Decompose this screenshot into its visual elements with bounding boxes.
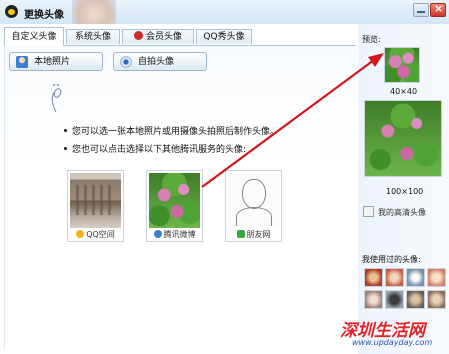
used-avatar-item[interactable] [364,290,383,309]
preview-small-image [384,47,420,83]
hd-avatar-label: 我的高清头像 [378,208,426,217]
service-caption: 腾讯微博 [147,228,202,241]
tab-system-avatar[interactable]: 系统头像 [66,29,120,44]
tab-qqshow-avatar[interactable]: QQ秀头像 [196,29,252,44]
qzone-service-tile[interactable]: QQ空间 [67,170,124,242]
qzone-avatar-image [70,173,121,228]
instruction-text: 您可以选一张本地照片或用摄像头拍照后制作头像。 [72,127,280,137]
webcam-icon [120,56,132,68]
tab-label: 系统头像 [74,32,111,42]
title-bar: 更换头像 [0,0,449,24]
tab-label: 会员头像 [145,32,182,42]
service-label: 腾讯微博 [163,230,196,239]
pengyou-service-tile[interactable]: 朋友网 [225,170,282,242]
change-avatar-window: 更换头像 自定义头像 系统头像 会员头像 QQ秀头像 本地照片 自拍头像 您可以… [0,0,449,354]
local-photo-button[interactable]: 本地照片 [9,52,103,71]
used-avatars-label: 我使用过的头像: [362,255,421,264]
instruction-text: 您也可以点击选择以下其他腾讯服务的头像: [72,145,247,155]
service-caption: 朋友网 [226,228,281,241]
camera-avatar-button[interactable]: 自拍头像 [113,52,207,71]
member-icon [133,31,143,40]
tab-custom-avatar[interactable]: 自定义头像 [4,27,64,46]
service-label: QQ空间 [86,230,115,239]
service-caption: QQ空间 [68,228,123,241]
weibo-service-tile[interactable]: 腾讯微博 [146,170,203,242]
minimize-button[interactable] [413,3,429,17]
hd-avatar-link[interactable]: 我的高清头像 [363,206,426,218]
used-avatar-item[interactable] [406,268,425,287]
preview-small-size: 40×40 [390,87,418,96]
user-photo-icon [16,56,28,68]
used-avatar-item[interactable] [427,268,446,287]
used-avatar-item[interactable] [406,290,425,309]
preview-large-image [364,100,442,177]
tab-member-avatar[interactable]: 会员头像 [122,29,194,44]
weibo-avatar-image [149,173,200,228]
pengyou-avatar-image [228,173,279,228]
service-label: 朋友网 [246,230,271,239]
close-button[interactable] [430,2,446,17]
tab-label: 自定义头像 [11,32,57,42]
instruction-line: 您可以选一张本地照片或用摄像头拍照后制作头像。 [64,124,279,137]
tab-label: QQ秀头像 [203,32,245,42]
camera-avatar-label: 自拍头像 [138,57,175,67]
preview-large-size: 100×100 [386,187,424,196]
qq-penguin-icon [5,5,18,18]
pengyou-icon [236,230,245,238]
bullet [64,147,67,150]
instruction-line: 您也可以点击选择以下其他腾讯服务的头像: [64,142,246,155]
title-decoration-photo [72,0,116,24]
watermark-url: www.updayday.com [352,338,433,347]
used-avatar-item[interactable] [364,268,383,287]
curl-arrow-icon [51,84,62,113]
window-title: 更换头像 [24,10,64,21]
bullet [64,129,67,132]
local-photo-label: 本地照片 [34,57,71,67]
weibo-icon [153,230,162,238]
used-avatar-item[interactable] [427,290,446,309]
tab-bar: 自定义头像 系统头像 会员头像 QQ秀头像 [4,27,356,46]
preview-label: 预览: [362,35,381,44]
qzone-star-icon [76,230,85,238]
used-avatar-item[interactable] [385,268,404,287]
used-avatar-item[interactable] [385,290,404,309]
hd-avatar-icon [363,206,374,217]
